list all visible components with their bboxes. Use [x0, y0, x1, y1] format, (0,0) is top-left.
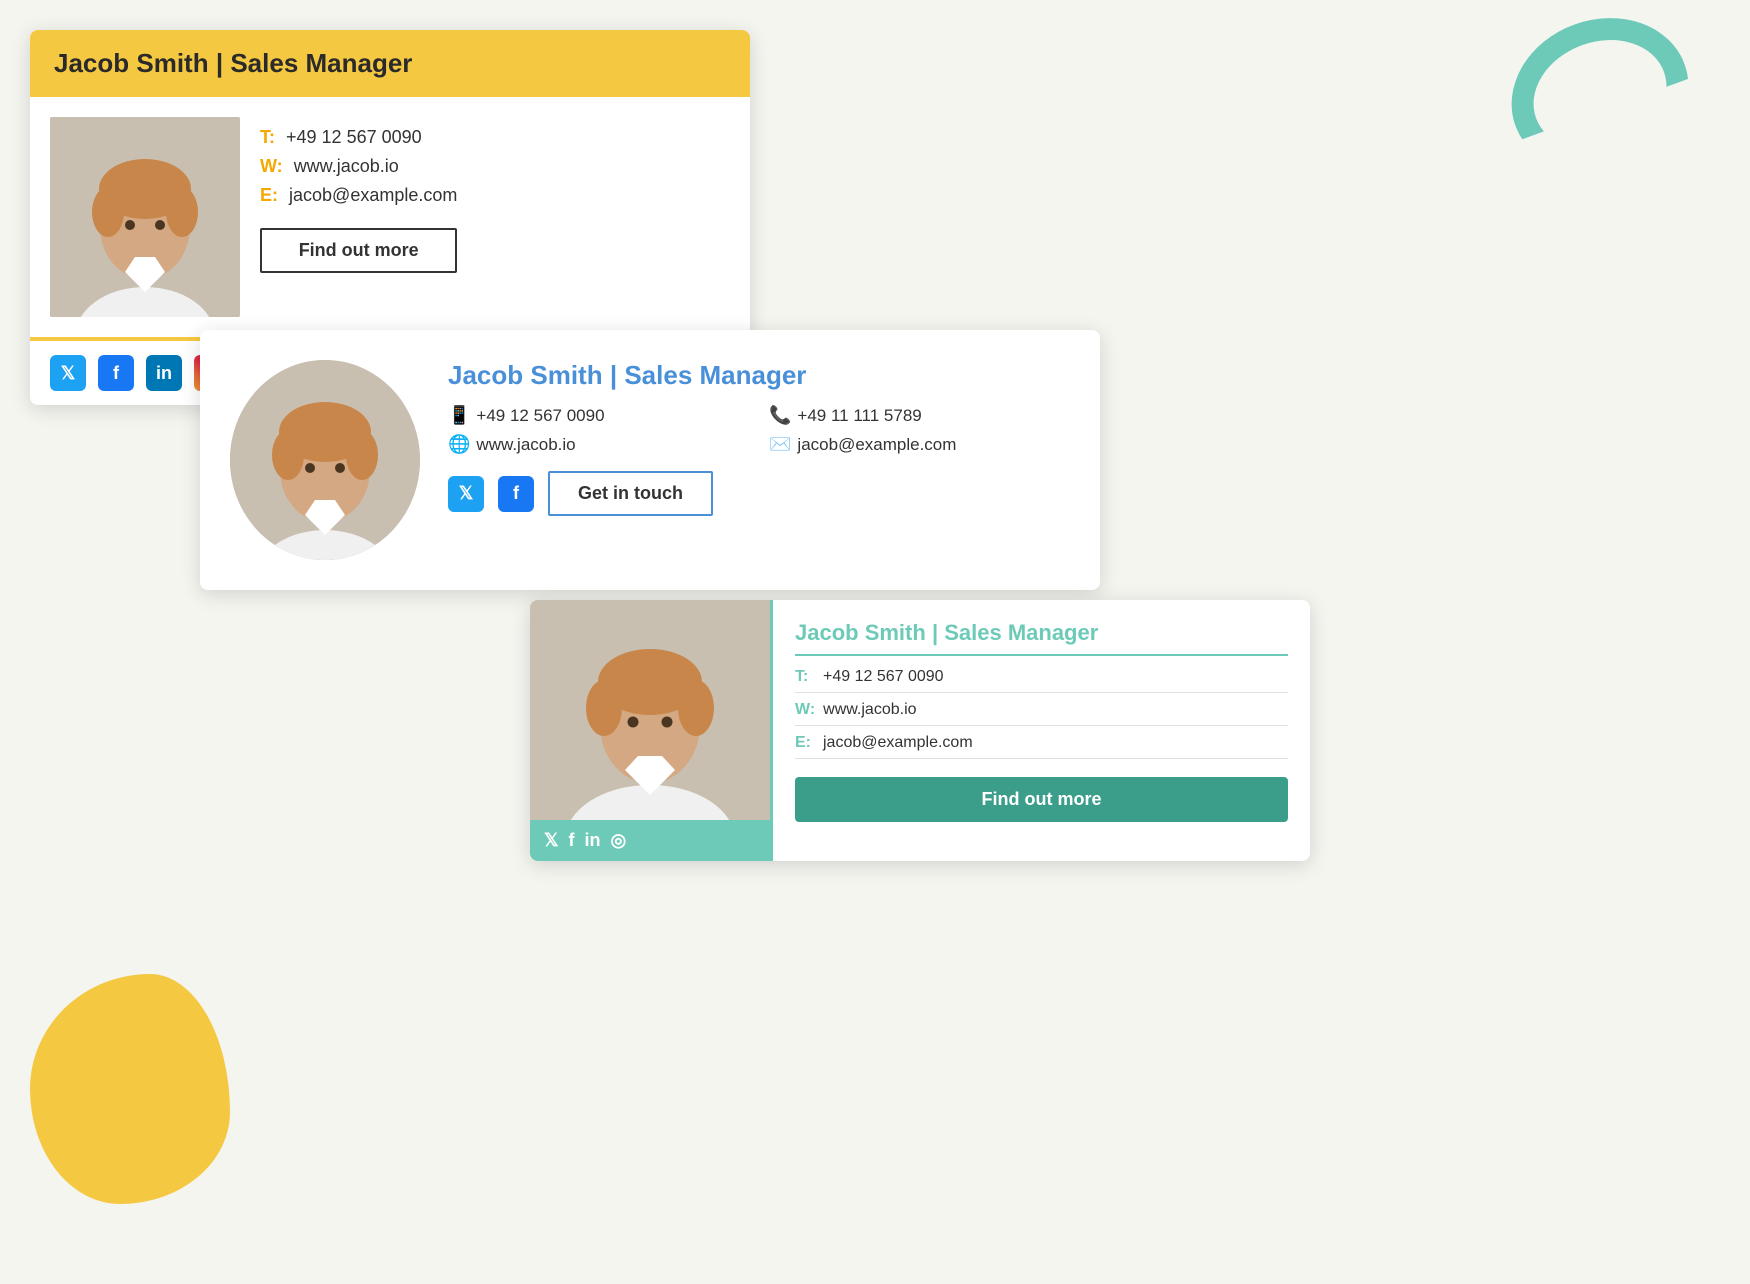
card3-job-title: Sales Manager [944, 620, 1098, 645]
card3-name: Jacob Smith [795, 620, 926, 645]
card3-phone-value: +49 12 567 0090 [823, 668, 944, 686]
card1-email-value: jacob@example.com [289, 185, 457, 205]
card3-email-field: E: jacob@example.com [795, 734, 1288, 759]
card2-web-icon: 🌐 [448, 434, 470, 455]
card1-separator: | [216, 48, 231, 78]
card3-separator: | [932, 620, 944, 645]
card1-photo [50, 117, 240, 317]
card3-facebook-icon[interactable]: f [569, 830, 575, 851]
card3-inner: 𝕏 f in ◎ Jacob Smith | Sales Manager T: … [530, 600, 1310, 861]
card2-phone-field: 📞 +49 11 111 5789 [769, 405, 1070, 426]
card2-name-title: Jacob Smith | Sales Manager [448, 360, 1070, 391]
card3-web-label: W: [795, 701, 815, 719]
card2-web-value: www.jacob.io [476, 435, 575, 455]
card2-mobile-icon: 📱 [448, 405, 470, 426]
card2-email-icon: ✉️ [769, 434, 791, 455]
card2-actions: 𝕏 f Get in touch [448, 471, 1070, 516]
card2-cta-button[interactable]: Get in touch [548, 471, 713, 516]
card1-web-value: www.jacob.io [294, 156, 399, 176]
card2-separator: | [610, 360, 625, 390]
card1-contact-info: T: +49 12 567 0090 W: www.jacob.io E: ja… [260, 117, 457, 317]
card1-twitter-icon[interactable]: 𝕏 [50, 355, 86, 391]
card3-name-title: Jacob Smith | Sales Manager [795, 620, 1288, 656]
card2-job-title: Sales Manager [624, 360, 806, 390]
card3-phone-label: T: [795, 668, 815, 686]
email-signature-card-3: 𝕏 f in ◎ Jacob Smith | Sales Manager T: … [530, 600, 1310, 861]
email-signature-card-2: Jacob Smith | Sales Manager 📱 +49 12 567… [200, 330, 1100, 590]
card3-social-bar: 𝕏 f in ◎ [530, 820, 770, 861]
card1-linkedin-icon[interactable]: in [146, 355, 182, 391]
card3-linkedin-icon[interactable]: in [585, 830, 601, 851]
card3-instagram-icon[interactable]: ◎ [611, 830, 627, 851]
card1-phone-field: T: +49 12 567 0090 [260, 127, 457, 148]
card2-fields: 📱 +49 12 567 0090 📞 +49 11 111 5789 🌐 ww… [448, 405, 1070, 455]
card3-photo [530, 600, 770, 820]
card2-mobile-value: +49 12 567 0090 [476, 406, 604, 426]
card2-phone-value: +49 11 111 5789 [797, 406, 921, 426]
card2-inner: Jacob Smith | Sales Manager 📱 +49 12 567… [230, 360, 1070, 560]
card2-facebook-icon[interactable]: f [498, 476, 534, 512]
card3-web-value: www.jacob.io [823, 701, 916, 719]
card2-portrait [230, 360, 420, 560]
card1-web-label: W: [260, 156, 283, 176]
card1-web-field: W: www.jacob.io [260, 156, 457, 177]
teal-arc-decoration [1490, 0, 1710, 196]
card2-email-value: jacob@example.com [797, 435, 956, 455]
card3-email-value: jacob@example.com [823, 734, 973, 752]
card1-facebook-icon[interactable]: f [98, 355, 134, 391]
card1-title: Jacob Smith | Sales Manager [54, 48, 412, 78]
card3-cta-button[interactable]: Find out more [795, 777, 1288, 822]
yellow-blob-decoration [30, 974, 230, 1204]
card3-twitter-icon[interactable]: 𝕏 [544, 830, 559, 851]
card1-body: T: +49 12 567 0090 W: www.jacob.io E: ja… [30, 97, 750, 341]
card1-job-title: Sales Manager [230, 48, 412, 78]
card1-email-label: E: [260, 185, 278, 205]
card1-phone-value: +49 12 567 0090 [286, 127, 422, 147]
card2-content: Jacob Smith | Sales Manager 📱 +49 12 567… [448, 360, 1070, 516]
card2-twitter-icon[interactable]: 𝕏 [448, 476, 484, 512]
card3-portrait [530, 600, 770, 820]
card1-portrait [50, 117, 240, 317]
card1-header: Jacob Smith | Sales Manager [30, 30, 750, 97]
card2-phone-icon: 📞 [769, 405, 791, 426]
card2-web-field: 🌐 www.jacob.io [448, 434, 749, 455]
card1-cta-button[interactable]: Find out more [260, 228, 457, 273]
card2-photo [230, 360, 420, 560]
card3-left: 𝕏 f in ◎ [530, 600, 770, 861]
card2-email-field: ✉️ jacob@example.com [769, 434, 1070, 455]
card3-right: Jacob Smith | Sales Manager T: +49 12 56… [770, 600, 1310, 861]
card1-phone-label: T: [260, 127, 275, 147]
card1-email-field: E: jacob@example.com [260, 185, 457, 206]
card3-phone-field: T: +49 12 567 0090 [795, 668, 1288, 693]
card3-email-label: E: [795, 734, 815, 752]
card2-mobile-field: 📱 +49 12 567 0090 [448, 405, 749, 426]
card1-name: Jacob Smith [54, 48, 209, 78]
card3-web-field: W: www.jacob.io [795, 701, 1288, 726]
card2-name: Jacob Smith [448, 360, 603, 390]
